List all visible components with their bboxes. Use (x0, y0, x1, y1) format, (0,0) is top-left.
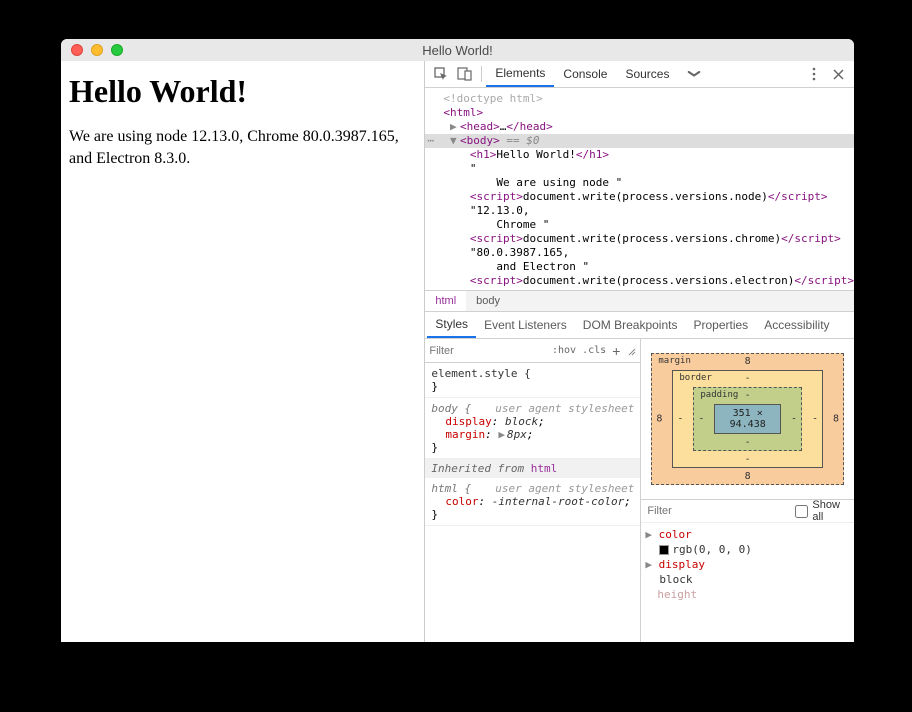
expand-icon[interactable]: ▶ (645, 528, 652, 541)
zoom-window-button[interactable] (111, 44, 123, 56)
new-rule-icon[interactable]: + (612, 343, 620, 359)
expand-icon[interactable]: ▶ (498, 428, 505, 441)
inspect-icon[interactable] (429, 62, 453, 86)
app-window: Hello World! Hello World! We are using n… (61, 39, 854, 642)
computed-filter-input[interactable] (647, 505, 789, 517)
close-window-button[interactable] (71, 44, 83, 56)
cls-toggle[interactable]: .cls (582, 345, 606, 356)
traffic-lights (61, 44, 123, 56)
expand-icon[interactable]: ▶ (450, 120, 460, 134)
computed-list: ▶ color rgb(0, 0, 0) ▶ display block hei… (641, 523, 854, 606)
tab-styles[interactable]: Styles (427, 312, 476, 338)
collapse-icon[interactable]: ▼ (450, 134, 460, 148)
box-model[interactable]: margin 8 8 8 8 border - - - (641, 339, 854, 499)
settings-icon[interactable] (802, 62, 826, 86)
crumb-html[interactable]: html (425, 291, 466, 311)
window-title: Hello World! (61, 43, 854, 58)
hov-toggle[interactable]: :hov (552, 345, 576, 356)
page-heading: Hello World! (69, 73, 416, 110)
styles-pane: :hov .cls + element.style { } body {us (425, 339, 641, 642)
devtools-panel: Elements Console Sources <!doctype (424, 61, 854, 642)
tab-dom-breakpoints[interactable]: DOM Breakpoints (575, 312, 686, 338)
show-all-toggle[interactable]: Show all (795, 499, 848, 523)
dom-tree[interactable]: <!doctype html> <html> ▶<head>…</head> ▼… (425, 88, 854, 290)
rule-element-style[interactable]: element.style { } (425, 363, 640, 398)
computed-height: height (645, 588, 697, 601)
tab-console[interactable]: Console (554, 61, 616, 87)
inherited-link[interactable]: html (531, 462, 558, 475)
tab-overflow[interactable] (678, 61, 710, 87)
devtools-tabbar: Elements Console Sources (425, 61, 854, 88)
tab-properties[interactable]: Properties (685, 312, 756, 338)
titlebar: Hello World! (61, 39, 854, 61)
close-devtools-icon[interactable] (826, 62, 850, 86)
dom-doctype: <!doctype html> (443, 92, 542, 105)
device-mode-icon[interactable] (453, 62, 477, 86)
resize-icon (626, 346, 636, 356)
dom-body-selected[interactable]: ▼<body> == $0 (425, 134, 854, 148)
minimize-window-button[interactable] (91, 44, 103, 56)
show-all-checkbox[interactable] (795, 505, 808, 518)
tab-accessibility[interactable]: Accessibility (756, 312, 837, 338)
page-content: Hello World! We are using node 12.13.0, … (61, 61, 424, 642)
crumb-body[interactable]: body (466, 291, 510, 311)
breadcrumb: html body (425, 290, 854, 312)
tab-sources[interactable]: Sources (616, 61, 678, 87)
dom-html-open: <html> (443, 106, 483, 119)
rule-html[interactable]: html {user agent stylesheet color: -inte… (425, 478, 640, 526)
box-model-content: 351 × 94.438 (714, 404, 781, 434)
expand-icon[interactable]: ▶ (645, 558, 652, 571)
inherited-header: Inherited from html (425, 459, 640, 478)
styles-tabbar: Styles Event Listeners DOM Breakpoints P… (425, 312, 854, 339)
tab-listeners[interactable]: Event Listeners (476, 312, 575, 338)
tab-elements[interactable]: Elements (486, 61, 554, 87)
rule-body[interactable]: body {user agent stylesheet display: blo… (425, 398, 640, 459)
styles-filter-input[interactable] (429, 345, 546, 357)
color-swatch[interactable] (659, 545, 669, 555)
page-paragraph: We are using node 12.13.0, Chrome 80.0.3… (69, 126, 416, 169)
